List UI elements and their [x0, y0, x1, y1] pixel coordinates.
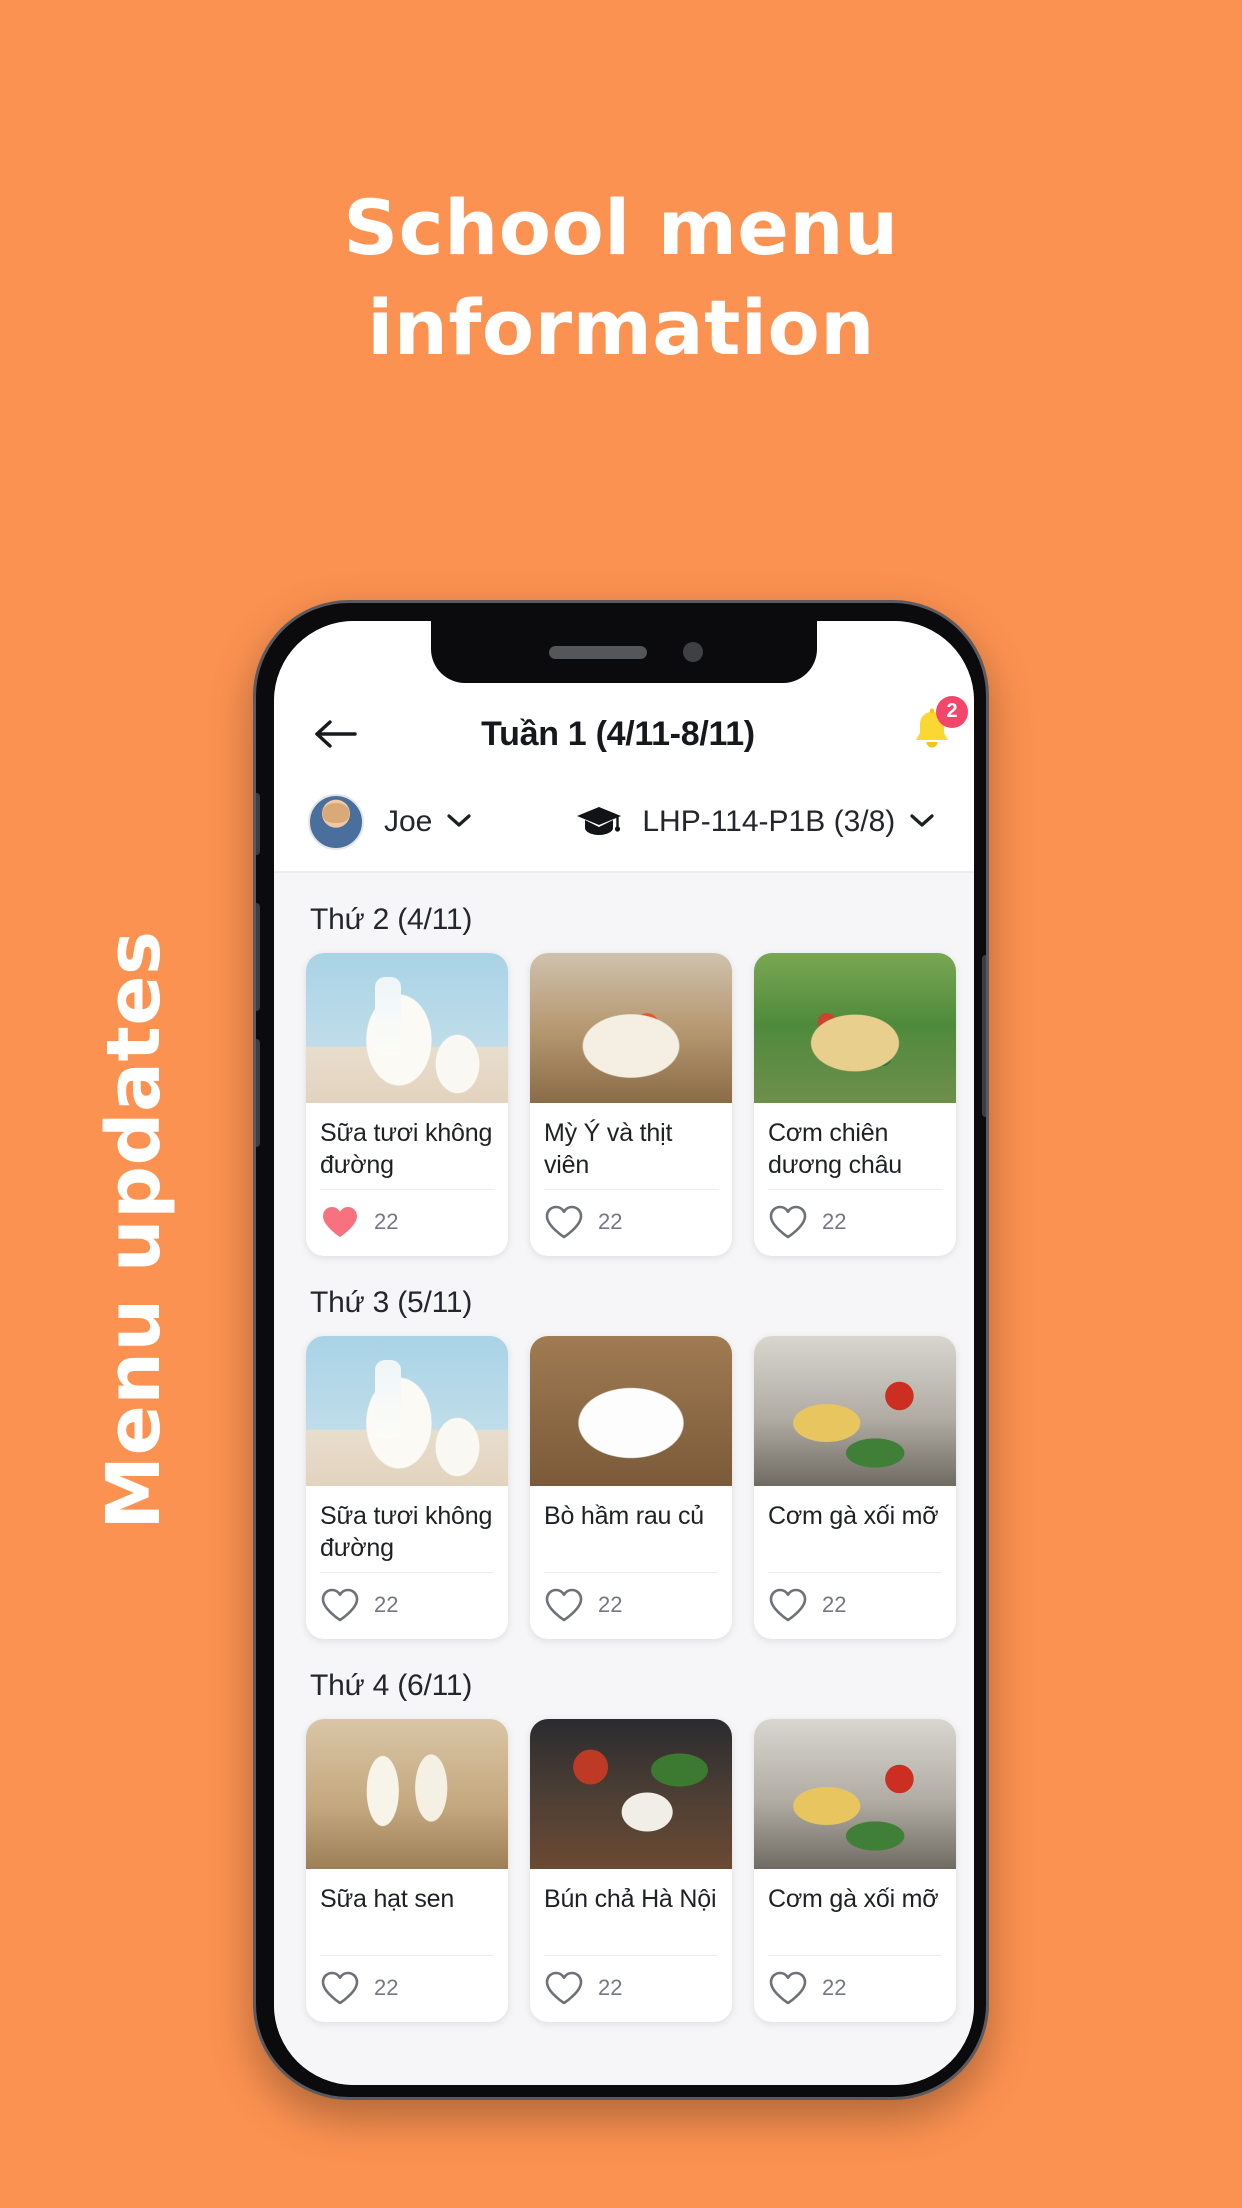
heart-outline-icon[interactable] [768, 1587, 808, 1623]
food-name: Sữa tươi không đường [320, 1502, 493, 1562]
food-photo [754, 1719, 956, 1869]
food-photo [530, 1336, 732, 1486]
avatar [308, 794, 364, 850]
day-heading: Thứ 2 (4/11) [310, 903, 473, 936]
food-card-body: Sữa tươi không đường [306, 1103, 508, 1190]
food-card[interactable]: Cơm gà xối mỡ 22 [754, 1719, 956, 2022]
promo-headline-line1: School menu [343, 183, 899, 272]
day-heading: Thứ 3 (5/11) [310, 1286, 473, 1319]
day-heading: Thứ 4 (6/11) [310, 1669, 473, 1702]
like-count: 22 [374, 1975, 399, 2000]
food-card-footer: 22 [754, 1190, 956, 1256]
food-card-body: Sữa hạt sen [306, 1869, 508, 1956]
food-photo [306, 1719, 508, 1869]
food-card-footer: 22 [306, 1573, 508, 1639]
food-card[interactable]: Bún chả Hà Nội 22 [530, 1719, 732, 2022]
food-card[interactable]: Bò hầm rau củ 22 [530, 1336, 732, 1639]
like-count: 22 [598, 1592, 623, 1617]
heart-outline-icon[interactable] [320, 1970, 360, 2006]
food-name: Mỳ Ý và thịt viên [544, 1119, 673, 1179]
food-name: Cơm gà xối mỡ [768, 1885, 939, 1913]
food-card-body: Sữa tươi không đường [306, 1486, 508, 1573]
food-card-body: Cơm gà xối mỡ [754, 1486, 956, 1573]
food-card-footer: 22 [530, 1190, 732, 1256]
like-count: 22 [822, 1592, 847, 1617]
heart-outline-icon[interactable] [544, 1204, 584, 1240]
food-photo [754, 1336, 956, 1486]
food-card[interactable]: Sữa hạt sen 22 [306, 1719, 508, 2022]
food-name: Bún chả Hà Nội [544, 1885, 717, 1913]
earpiece-speaker [549, 646, 647, 659]
graduation-cap-icon [576, 805, 622, 839]
food-card[interactable]: Sữa tươi không đường 22 [306, 1336, 508, 1639]
food-photo [530, 1719, 732, 1869]
food-card-footer: 22 [306, 1190, 508, 1256]
food-card-footer: 22 [306, 1956, 508, 2022]
food-card-body: Bún chả Hà Nội [530, 1869, 732, 1956]
food-photo [306, 1336, 508, 1486]
food-photo [754, 953, 956, 1103]
food-name: Bò hầm rau củ [544, 1502, 704, 1530]
heart-outline-icon[interactable] [768, 1204, 808, 1240]
page-title: Tuần 1 (4/11-8/11) [481, 714, 755, 753]
chevron-down-icon [909, 812, 935, 833]
notification-badge: 2 [936, 695, 968, 728]
food-card[interactable]: Mỳ Ý và thịt viên 22 [530, 953, 732, 1256]
promo-headline-line2: information [367, 283, 875, 372]
day-card-row: Sữa hạt sen 22 Bún chả Hà Nội 22 Cơm gà xối … [274, 1719, 974, 2022]
heart-outline-icon[interactable] [544, 1587, 584, 1623]
promo-headline: School menu information [0, 178, 1242, 378]
food-card[interactable]: Cơm gà xối mỡ 22 [754, 1336, 956, 1639]
food-card-footer: 22 [530, 1956, 732, 2022]
like-count: 22 [598, 1209, 623, 1234]
chevron-down-icon [446, 812, 472, 833]
food-name: Sữa tươi không đường [320, 1119, 493, 1179]
front-camera-icon [683, 642, 703, 662]
selector-row: Joe LHP-114-P1B (3/8) [274, 773, 974, 873]
heart-filled-icon[interactable] [320, 1204, 360, 1240]
food-name: Cơm gà xối mỡ [768, 1502, 939, 1530]
silent-switch[interactable] [256, 793, 260, 855]
heart-outline-icon[interactable] [320, 1587, 360, 1623]
like-count: 22 [374, 1592, 399, 1617]
day-card-row: Sữa tươi không đường 22 Bò hầm rau củ 22 Cơm… [274, 1336, 974, 1639]
notifications-button[interactable]: 2 [890, 695, 974, 761]
food-card-body: Cơm gà xối mỡ [754, 1869, 956, 1956]
menu-scroll-area[interactable]: Thứ 2 (4/11) Sữa tươi không đường 22 Mỳ Ý v… [274, 873, 974, 2085]
student-name-label: Joe [384, 805, 433, 838]
student-selector[interactable]: Joe [308, 794, 472, 850]
food-card-footer: 22 [754, 1573, 956, 1639]
heart-outline-icon[interactable] [544, 1970, 584, 2006]
classroom-label: LHP-114-P1B (3/8) [642, 805, 896, 838]
volume-up-button[interactable] [256, 903, 260, 1011]
phone-screen: Tuần 1 (4/11-8/11) 2 Joe LHP-114-P1B (3/… [274, 621, 974, 2085]
heart-outline-icon[interactable] [768, 1970, 808, 2006]
power-button[interactable] [982, 955, 986, 1117]
food-card-body: Mỳ Ý và thịt viên [530, 1103, 732, 1190]
like-count: 22 [822, 1209, 847, 1234]
promo-side-caption: Menu updates [91, 930, 177, 1530]
food-card-footer: 22 [530, 1573, 732, 1639]
food-card-body: Cơm chiên dương châu [754, 1103, 956, 1190]
food-name: Sữa hạt sen [320, 1885, 455, 1913]
food-photo [306, 953, 508, 1103]
food-card-footer: 22 [754, 1956, 956, 2022]
day-card-row: Sữa tươi không đường 22 Mỳ Ý và thịt viên 2… [274, 953, 974, 1256]
phone-mockup: Tuần 1 (4/11-8/11) 2 Joe LHP-114-P1B (3/… [253, 600, 989, 2100]
volume-down-button[interactable] [256, 1039, 260, 1147]
like-count: 22 [598, 1975, 623, 2000]
food-card[interactable]: Sữa tươi không đường 22 [306, 953, 508, 1256]
food-name: Cơm chiên dương châu [768, 1119, 902, 1179]
food-card-body: Bò hầm rau củ [530, 1486, 732, 1573]
like-count: 22 [374, 1209, 399, 1234]
phone-notch [431, 621, 817, 683]
classroom-selector[interactable]: LHP-114-P1B (3/8) [576, 805, 935, 839]
food-photo [530, 953, 732, 1103]
like-count: 22 [822, 1975, 847, 2000]
food-card[interactable]: Cơm chiên dương châu 22 [754, 953, 956, 1256]
